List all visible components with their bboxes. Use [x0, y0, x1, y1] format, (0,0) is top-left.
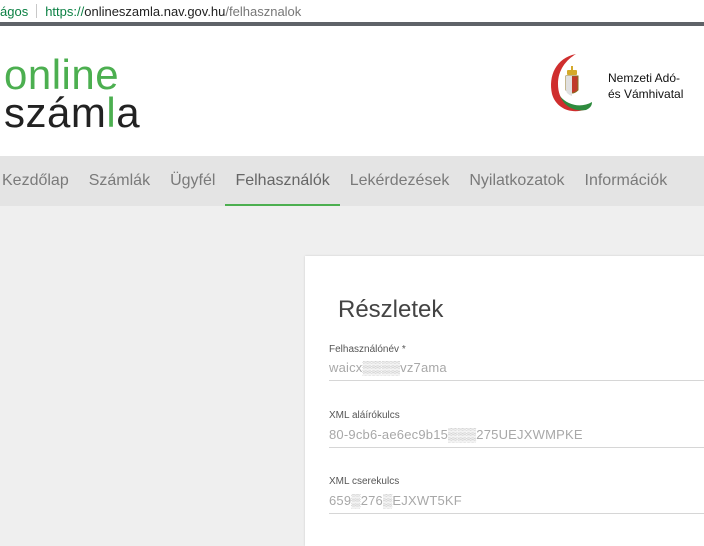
logo-line-2-part-a: szám: [4, 89, 107, 136]
address-divider: [36, 4, 38, 18]
nav-organization-name: Nemzeti Adó- és Vámhivatal: [608, 70, 683, 102]
site-header: online számla Nemzeti Adó- és Vámhivatal: [0, 26, 704, 156]
url-path: /felhasznalok: [225, 3, 302, 19]
logo-line-2-part-c: a: [116, 89, 141, 136]
username-field[interactable]: waicx▒▒▒▒vz7ama: [329, 360, 447, 375]
menu-item-ugyfel[interactable]: Ügyfél: [160, 156, 225, 206]
online-szamla-logo[interactable]: online számla: [4, 54, 140, 134]
signing-key-underline: [329, 447, 704, 448]
menu-item-lekerdezesek[interactable]: Lekérdezések: [340, 156, 460, 206]
exchange-key-field[interactable]: 659▒276▒EJXWT5KF: [329, 493, 462, 508]
url-text[interactable]: https://onlineszamla.nav.gov.hu/felhaszn…: [45, 4, 301, 19]
secure-label[interactable]: ágos: [0, 4, 28, 19]
details-title: Részletek: [338, 296, 444, 323]
exchange-key-label: XML cserekulcs: [329, 476, 400, 487]
nav-emblem-icon: [551, 54, 592, 112]
menu-item-kezdolap[interactable]: Kezdőlap: [0, 156, 79, 206]
menu-item-informaciok[interactable]: Információk: [575, 156, 678, 206]
org-name-line-2: és Vámhivatal: [608, 87, 684, 101]
menu-item-nyilatkozatok[interactable]: Nyilatkozatok: [459, 156, 574, 206]
org-name-line-1: Nemzeti Adó-: [608, 71, 681, 85]
main-menu: Kezdőlap Számlák Ügyfél Felhasználók Lek…: [0, 156, 704, 206]
username-label: Felhasználónév *: [329, 344, 406, 355]
url-scheme: https://: [45, 3, 85, 19]
url-host: onlineszamla.nav.gov.hu: [84, 3, 226, 19]
menu-item-szamlak[interactable]: Számlák: [79, 156, 160, 206]
exchange-key-underline: [329, 513, 704, 514]
address-bar[interactable]: ágos https://onlineszamla.nav.gov.hu/fel…: [0, 0, 704, 23]
menu-item-felhasznalok[interactable]: Felhasználók: [225, 156, 341, 206]
signing-key-label: XML aláírókulcs: [329, 410, 400, 421]
logo-line-2: számla: [4, 92, 140, 134]
details-card: Részletek Felhasználónév * waicx▒▒▒▒vz7a…: [305, 256, 704, 546]
signing-key-field[interactable]: 80-9cb6-ae6ec9b15▒▒▒275UEJXWMPKE: [329, 427, 583, 442]
logo-line-2-accent: l: [106, 89, 117, 136]
logo-line-1: online: [4, 51, 120, 98]
username-underline: [329, 380, 704, 381]
